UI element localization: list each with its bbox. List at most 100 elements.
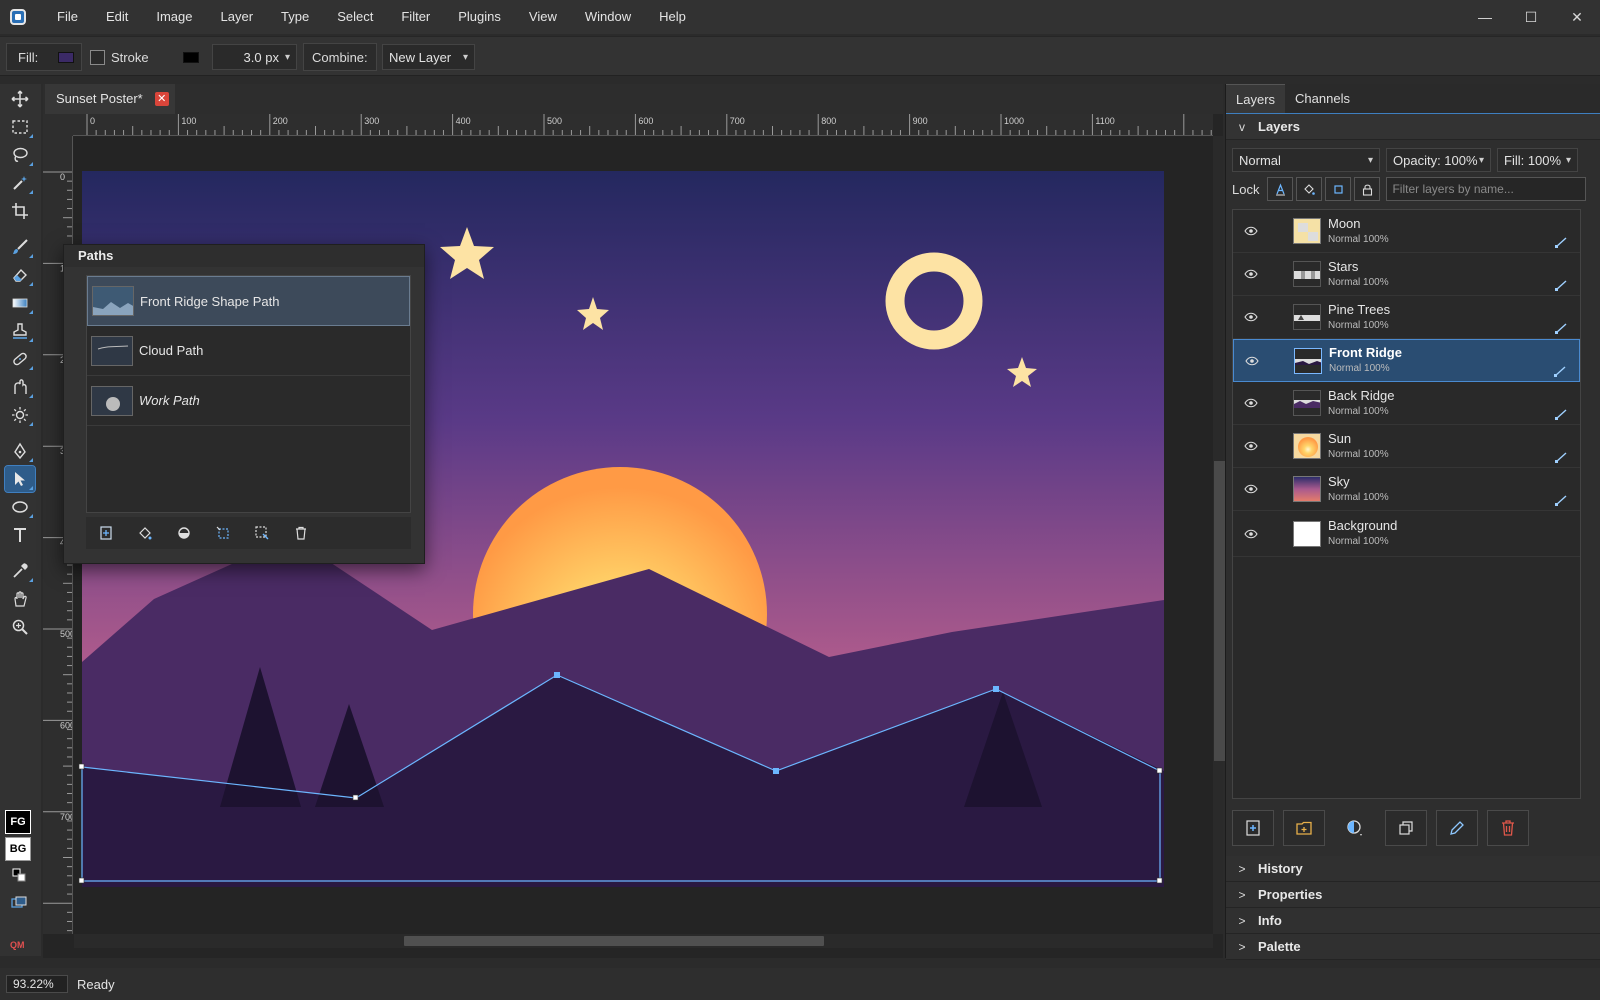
lock-all-button[interactable]: [1354, 177, 1381, 201]
history-section-header[interactable]: > History: [1226, 856, 1600, 882]
layer-row-sun[interactable]: Sun Normal 100%: [1233, 425, 1580, 468]
magic-wand-tool[interactable]: [5, 170, 35, 196]
path-anchor-point[interactable]: [352, 794, 359, 801]
zoom-tool[interactable]: [5, 614, 35, 640]
edit-layer-button[interactable]: [1436, 810, 1478, 846]
layer-row-front-ridge[interactable]: Front Ridge Normal 100%: [1233, 339, 1580, 382]
blend-mode-select[interactable]: Normal ▾: [1232, 148, 1380, 172]
menu-window[interactable]: Window: [571, 0, 645, 34]
crop-tool[interactable]: [5, 198, 35, 224]
menu-layer[interactable]: Layer: [207, 0, 268, 34]
duplicate-layer-button[interactable]: [1385, 810, 1427, 846]
lock-transparency-button[interactable]: [1267, 177, 1294, 201]
path-anchor-point[interactable]: [1156, 877, 1163, 884]
eyedropper-tool[interactable]: [5, 558, 35, 584]
opacity-select[interactable]: Opacity: 100% ▾: [1386, 148, 1491, 172]
combine-select[interactable]: New Layer ▾: [382, 44, 475, 70]
background-color-swatch[interactable]: BG: [5, 837, 31, 861]
fill-select[interactable]: Fill: 100% ▾: [1497, 148, 1578, 172]
lock-position-button[interactable]: [1325, 177, 1352, 201]
path-anchor-point[interactable]: [78, 763, 85, 770]
rect-select-tool[interactable]: [5, 114, 35, 140]
foreground-color-swatch[interactable]: FG: [5, 810, 31, 834]
delete-path-button[interactable]: [281, 518, 320, 548]
path-to-selection-button[interactable]: [203, 518, 242, 548]
palette-section-header[interactable]: > Palette: [1226, 934, 1600, 960]
gradient-tool[interactable]: [5, 290, 35, 316]
stroke-color-option[interactable]: [183, 43, 199, 71]
visibility-toggle[interactable]: [1233, 529, 1269, 539]
swap-colors-icon[interactable]: [12, 868, 26, 882]
horizontal-scrollbar-thumb[interactable]: [404, 936, 824, 946]
dodge-tool[interactable]: [5, 402, 35, 428]
menu-plugins[interactable]: Plugins: [444, 0, 515, 34]
layers-section-header[interactable]: v Layers: [1226, 114, 1600, 140]
tab-channels[interactable]: Channels: [1285, 84, 1360, 113]
stroke-option[interactable]: Stroke: [90, 43, 149, 71]
document-tab[interactable]: Sunset Poster* ✕: [45, 84, 175, 114]
layer-row-stars[interactable]: Stars Normal 100%: [1233, 253, 1580, 296]
lasso-tool[interactable]: [5, 142, 35, 168]
minimize-button[interactable]: —: [1462, 0, 1508, 34]
lock-pixels-button[interactable]: [1296, 177, 1323, 201]
visibility-toggle[interactable]: [1233, 269, 1269, 279]
visibility-toggle[interactable]: [1233, 441, 1269, 451]
visibility-toggle[interactable]: [1234, 356, 1270, 366]
delete-layer-button[interactable]: [1487, 810, 1529, 846]
path-item-work[interactable]: Work Path: [87, 376, 410, 426]
layer-row-sky[interactable]: Sky Normal 100%: [1233, 468, 1580, 511]
visibility-toggle[interactable]: [1233, 484, 1269, 494]
smudge-tool[interactable]: [5, 374, 35, 400]
quick-mask-button[interactable]: QM: [10, 940, 25, 950]
layer-row-back-ridge[interactable]: Back Ridge Normal 100%: [1233, 382, 1580, 425]
info-section-header[interactable]: > Info: [1226, 908, 1600, 934]
ellipse-tool[interactable]: [5, 494, 35, 520]
properties-section-header[interactable]: > Properties: [1226, 882, 1600, 908]
brush-tool[interactable]: [5, 234, 35, 260]
stamp-tool[interactable]: [5, 318, 35, 344]
menu-view[interactable]: View: [515, 0, 571, 34]
pen-tool[interactable]: [5, 438, 35, 464]
horizontal-scrollbar[interactable]: [74, 934, 1213, 948]
adjustment-layer-button[interactable]: [1334, 810, 1376, 846]
stroke-width-option[interactable]: 3.0 px ▾: [212, 43, 297, 71]
new-group-button[interactable]: [1283, 810, 1325, 846]
move-tool[interactable]: [5, 86, 35, 112]
hand-tool[interactable]: [5, 586, 35, 612]
path-anchor-point[interactable]: [773, 768, 779, 774]
menu-image[interactable]: Image: [142, 0, 206, 34]
tab-layers[interactable]: Layers: [1226, 84, 1286, 113]
fill-option[interactable]: Fill:: [6, 43, 82, 71]
menu-edit[interactable]: Edit: [92, 0, 142, 34]
close-window-button[interactable]: ✕: [1554, 0, 1600, 34]
heal-tool[interactable]: [5, 346, 35, 372]
visibility-toggle[interactable]: [1233, 226, 1269, 236]
menu-filter[interactable]: Filter: [387, 0, 444, 34]
path-item-cloud[interactable]: Cloud Path: [87, 326, 410, 376]
new-layer-button[interactable]: [1232, 810, 1274, 846]
menu-select[interactable]: Select: [323, 0, 387, 34]
menu-file[interactable]: File: [43, 0, 92, 34]
path-select-tool[interactable]: [4, 465, 36, 493]
stroke-path-button[interactable]: [164, 518, 203, 548]
selection-to-path-button[interactable]: [242, 518, 281, 548]
menu-help[interactable]: Help: [645, 0, 700, 34]
visibility-toggle[interactable]: [1233, 312, 1269, 322]
stroke-checkbox[interactable]: [90, 49, 105, 65]
stroke-width-select[interactable]: 3.0 px ▾: [212, 44, 297, 70]
visibility-toggle[interactable]: [1233, 398, 1269, 408]
path-item-front-ridge[interactable]: Front Ridge Shape Path: [87, 276, 410, 326]
zoom-level-field[interactable]: 93.22%: [6, 975, 68, 993]
layer-row-pine-trees[interactable]: Pine Trees Normal 100%: [1233, 296, 1580, 339]
layer-filter-input[interactable]: [1386, 177, 1587, 201]
eraser-tool[interactable]: [5, 262, 35, 288]
path-anchor-point[interactable]: [78, 877, 85, 884]
combine-select-wrap[interactable]: New Layer ▾: [382, 43, 475, 71]
paths-panel-title[interactable]: Paths: [64, 245, 424, 267]
layer-row-moon[interactable]: Moon Normal 100%: [1233, 210, 1580, 253]
stroke-color-swatch[interactable]: [183, 51, 199, 63]
path-anchor-point[interactable]: [1156, 767, 1163, 774]
vertical-scrollbar[interactable]: [1213, 136, 1228, 934]
fill-color-swatch[interactable]: [58, 51, 75, 63]
path-anchor-point[interactable]: [993, 686, 999, 692]
